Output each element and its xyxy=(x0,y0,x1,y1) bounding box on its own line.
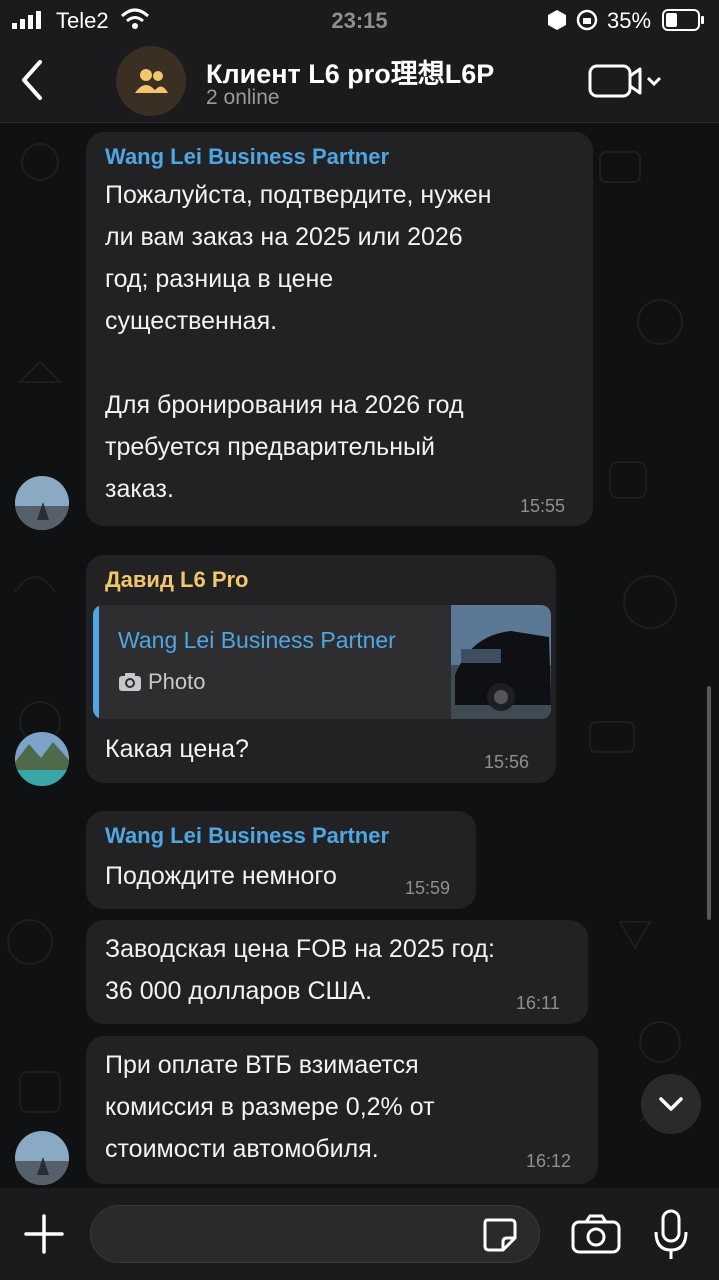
group-icon xyxy=(135,69,168,93)
reply-preview[interactable]: Wang Lei Business Partner Photo xyxy=(93,605,551,719)
message-time: 16:12 xyxy=(526,1151,572,1171)
status-bar: Tele2 23:15 35% xyxy=(0,0,719,40)
text-line: комиссия в размере 0,2% от xyxy=(105,1093,435,1121)
message-bubble[interactable]: При оплате ВТБ взимается комиссия в разм… xyxy=(86,1036,598,1184)
sender-name[interactable]: Давид L6 Pro xyxy=(105,567,249,593)
chevron-left-icon xyxy=(22,60,42,100)
text-line: требуется предварительный xyxy=(105,433,435,461)
message-text: Какая цена? xyxy=(105,735,249,763)
attach-button[interactable] xyxy=(20,1210,68,1258)
camera-icon xyxy=(119,673,141,691)
message-bubble[interactable]: Заводская цена FOB на 2025 год: 36 000 д… xyxy=(86,920,588,1024)
orientation-lock-icon xyxy=(576,9,598,31)
video-camera-icon xyxy=(588,64,662,98)
group-avatar[interactable] xyxy=(116,46,186,116)
microphone-icon xyxy=(654,1209,688,1259)
message-text: Заводская цена FOB на 2025 год: 36 000 д… xyxy=(105,928,495,1012)
online-status: 2 online xyxy=(206,86,280,109)
message-time: 16:11 xyxy=(516,993,560,1013)
message-bubble[interactable]: Wang Lei Business Partner Пожалуйста, по… xyxy=(86,132,593,526)
battery-percent: 35% xyxy=(607,8,652,33)
message-time: 15:55 xyxy=(520,496,566,516)
sender-name[interactable]: Wang Lei Business Partner xyxy=(105,823,389,849)
avatar[interactable] xyxy=(15,476,69,530)
message-bubble[interactable]: Давид L6 Pro Wang Lei Business Partner P… xyxy=(86,555,556,783)
chat-header: Клиент L6 pro理想L6P 2 online xyxy=(0,40,719,123)
chevron-down-icon xyxy=(646,76,662,87)
battery-icon xyxy=(662,9,704,31)
back-button[interactable] xyxy=(14,54,54,106)
text-line: ли вам заказ на 2025 или 2026 xyxy=(105,223,463,251)
message-time: 15:56 xyxy=(484,752,530,772)
text-line: Заводская цена FOB на 2025 год: xyxy=(105,935,495,963)
message-text: Подождите немного xyxy=(105,862,337,890)
message-time: 15:59 xyxy=(405,878,451,898)
chevron-down-icon xyxy=(659,1097,683,1111)
text-line: заказ. xyxy=(105,475,174,503)
text-line: год; разница в цене xyxy=(105,265,334,293)
reply-sender: Wang Lei Business Partner xyxy=(118,627,396,653)
reply-accent-bar xyxy=(93,605,99,719)
scrollbar[interactable] xyxy=(707,686,711,920)
voice-message-button[interactable] xyxy=(652,1208,690,1262)
text-line: 36 000 долларов США. xyxy=(105,977,373,1005)
sticker-icon xyxy=(483,1218,517,1252)
video-call-button[interactable] xyxy=(586,58,668,104)
reply-media-label: Photo xyxy=(118,669,206,695)
reply-thumbnail xyxy=(451,605,551,719)
avatar[interactable] xyxy=(15,732,69,786)
text-line: существенная. xyxy=(105,307,278,335)
camera-button[interactable] xyxy=(570,1212,624,1256)
sender-name[interactable]: Wang Lei Business Partner xyxy=(105,144,389,170)
message-input-bar xyxy=(0,1188,719,1280)
message-text: Пожалуйста, подтвердите, нужен ли вам за… xyxy=(105,174,491,510)
empty-line xyxy=(105,342,491,384)
cube-icon xyxy=(548,10,566,30)
photo-label: Photo xyxy=(148,669,206,694)
scroll-to-bottom-button[interactable] xyxy=(641,1074,701,1134)
text-line: Пожалуйста, подтвердите, нужен xyxy=(105,181,492,209)
plus-icon xyxy=(24,1214,64,1254)
message-text: При оплате ВТБ взимается комиссия в разм… xyxy=(105,1044,435,1170)
text-line: При оплате ВТБ взимается xyxy=(105,1051,419,1079)
avatar[interactable] xyxy=(15,1131,69,1185)
camera-icon xyxy=(571,1214,621,1254)
message-input[interactable] xyxy=(90,1205,540,1263)
text-line: Для бронирования на 2026 год xyxy=(105,391,464,419)
message-bubble[interactable]: Wang Lei Business Partner Подождите немн… xyxy=(86,811,476,909)
text-line: стоимости автомобиля. xyxy=(105,1135,379,1163)
sticker-button[interactable] xyxy=(479,1214,519,1254)
